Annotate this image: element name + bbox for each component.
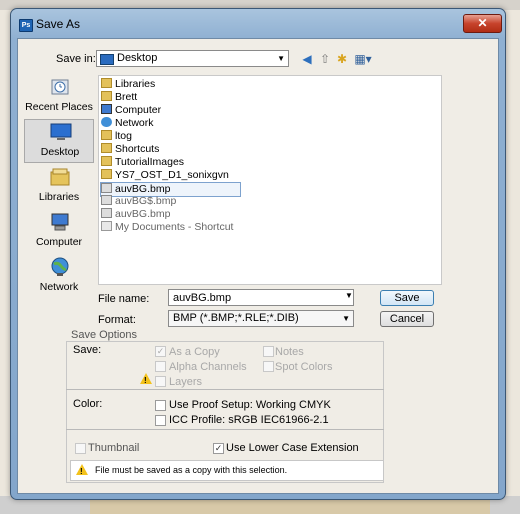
color-label: Color:: [73, 398, 103, 410]
layers-label: Layers: [169, 376, 203, 388]
bmp-file-icon: [101, 195, 112, 205]
file-name-label: File name:: [98, 293, 150, 305]
file-list-item[interactable]: auvBG$.bmp: [101, 195, 176, 208]
icc-profile-checkbox[interactable]: [155, 415, 166, 426]
place-label: Recent Places: [25, 101, 93, 113]
as-a-copy-checkbox[interactable]: ✓: [155, 346, 166, 357]
place-recent-places[interactable]: Recent Places: [24, 75, 94, 119]
use-proof-setup-label: Use Proof Setup: Working CMYK: [169, 399, 331, 411]
computer-icon: [49, 212, 71, 232]
place-label: Libraries: [38, 191, 80, 203]
shortcut-icon: [101, 221, 112, 231]
place-desktop[interactable]: Desktop: [24, 119, 94, 163]
file-list[interactable]: Libraries Brett Computer Network ltog Sh…: [98, 75, 442, 285]
libraries-icon: [49, 167, 71, 187]
file-list-item[interactable]: Network: [101, 117, 154, 130]
warning-message-box: ! File must be saved as a copy with this…: [70, 460, 384, 481]
divider: [66, 389, 384, 390]
spot-colors-label: Spot Colors: [275, 361, 333, 373]
as-a-copy-label: As a Copy: [169, 346, 220, 358]
bmp-file-icon: [101, 208, 112, 218]
alpha-channels-label: Alpha Channels: [169, 361, 247, 373]
lower-case-extension-checkbox[interactable]: ✓: [213, 443, 224, 454]
recent-places-icon: [49, 77, 71, 97]
place-computer[interactable]: Computer: [24, 210, 94, 254]
save-in-label: Save in:: [56, 53, 96, 65]
dialog-body: Save in: Desktop ▼ ◀ ⇧ ✱ ▦▾ Recent Place…: [17, 38, 499, 494]
folder-icon: [101, 143, 112, 153]
chevron-down-icon: ▼: [342, 314, 350, 323]
network-icon: [49, 257, 71, 277]
computer-icon: [101, 104, 112, 114]
save-button[interactable]: Save: [380, 290, 434, 306]
network-icon: [101, 117, 112, 127]
icc-profile-label: ICC Profile: sRGB IEC61966-2.1: [169, 414, 329, 426]
format-label: Format:: [98, 314, 136, 326]
layers-checkbox[interactable]: [155, 376, 166, 387]
view-menu-icon[interactable]: ▦▾: [352, 52, 374, 66]
chevron-down-icon: ▼: [277, 54, 285, 63]
new-folder-icon[interactable]: ✱: [335, 52, 349, 66]
use-proof-setup-checkbox[interactable]: [155, 400, 166, 411]
thumbnail-label: Thumbnail: [88, 442, 140, 454]
desktop-small-icon: [100, 54, 114, 65]
save-in-value: Desktop: [117, 52, 158, 64]
spot-colors-checkbox[interactable]: [263, 361, 274, 372]
save-label: Save:: [73, 344, 102, 356]
place-network[interactable]: Network: [24, 255, 94, 299]
folder-icon: [101, 169, 112, 179]
file-list-item[interactable]: Brett: [101, 91, 137, 104]
save-in-dropdown[interactable]: Desktop ▼: [96, 50, 289, 67]
lower-case-extension-label: Use Lower Case Extension: [226, 442, 359, 454]
alpha-channels-checkbox[interactable]: [155, 361, 166, 372]
warning-icon: !: [80, 467, 83, 476]
libraries-icon: [101, 78, 112, 88]
bmp-file-icon: [101, 183, 112, 193]
warning-text: File must be saved as a copy with this s…: [95, 465, 288, 475]
format-dropdown[interactable]: BMP (*.BMP;*.RLE;*.DIB) ▼: [168, 310, 354, 327]
close-button[interactable]: ✕: [463, 14, 502, 33]
thumbnail-checkbox[interactable]: [75, 443, 86, 454]
file-list-item[interactable]: ltog: [101, 130, 132, 143]
place-label: Network: [39, 281, 79, 293]
save-options-title: Save Options: [71, 329, 138, 341]
file-list-item[interactable]: Shortcuts: [101, 143, 159, 156]
place-label: Computer: [35, 236, 83, 248]
file-list-item[interactable]: auvBG.bmp: [101, 208, 170, 221]
place-libraries[interactable]: Libraries: [24, 165, 94, 209]
back-icon[interactable]: ◀: [300, 52, 314, 66]
file-list-item[interactable]: My Documents - Shortcut: [101, 221, 233, 234]
folder-icon: [101, 156, 112, 166]
file-list-item[interactable]: Computer: [101, 104, 161, 117]
desktop-icon: [50, 122, 72, 142]
up-folder-icon[interactable]: ⇧: [318, 52, 332, 66]
place-label: Desktop: [40, 146, 80, 158]
notes-label: Notes: [275, 346, 304, 358]
user-folder-icon: [101, 91, 112, 101]
window-title: Save As: [36, 17, 81, 31]
photoshop-app-icon: Ps: [19, 19, 33, 32]
file-name-input[interactable]: [168, 289, 354, 306]
divider: [66, 429, 384, 430]
file-list-item[interactable]: Libraries: [101, 78, 155, 91]
title-bar[interactable]: Ps Save As ✕: [11, 9, 505, 39]
save-as-dialog: Ps Save As ✕ Save in: Desktop ▼ ◀ ⇧ ✱ ▦▾…: [10, 8, 506, 500]
file-list-item[interactable]: YS7_OST_D1_sonixgvn: [101, 169, 229, 182]
warning-icon: !: [144, 376, 147, 385]
file-list-item[interactable]: TutorialImages: [101, 156, 184, 169]
notes-checkbox[interactable]: [263, 346, 274, 357]
format-value: BMP (*.BMP;*.RLE;*.DIB): [173, 312, 299, 324]
folder-icon: [101, 130, 112, 140]
chevron-down-icon: ▼: [345, 291, 353, 300]
cancel-button[interactable]: Cancel: [380, 311, 434, 327]
